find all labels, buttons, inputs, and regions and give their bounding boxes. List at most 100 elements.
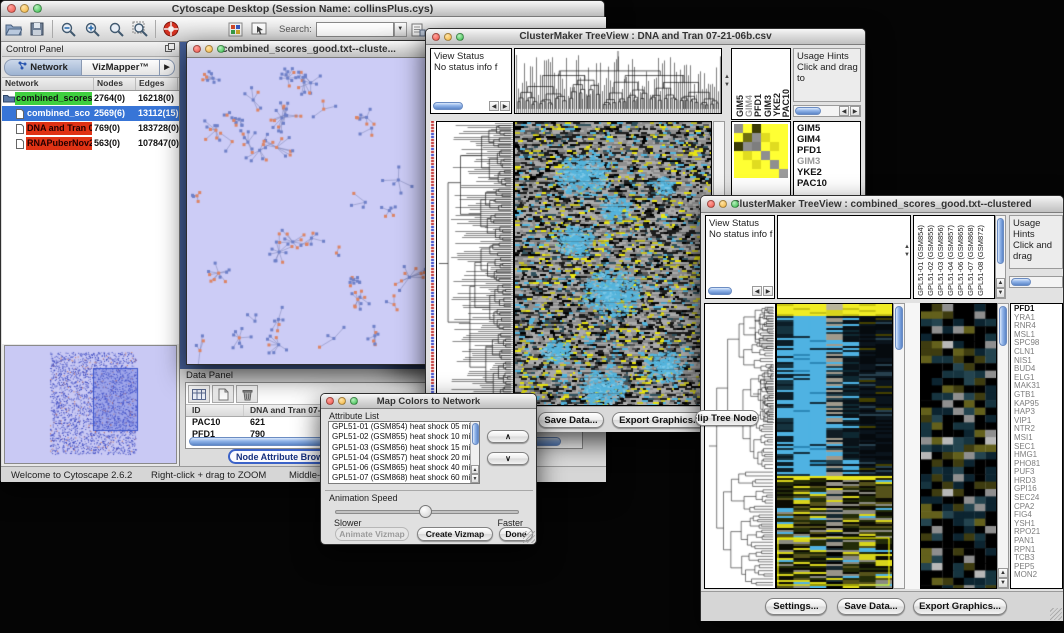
attribute-list[interactable]: GPL51-01 (GSM854) heat shock 05 minGPL51… [328, 421, 480, 484]
zoom-out-icon[interactable] [56, 19, 80, 40]
column-edges[interactable]: Edges [136, 78, 178, 90]
column-nodes[interactable]: Nodes [94, 78, 136, 90]
attribute-list-scroll-down[interactable]: ▼ [471, 474, 479, 483]
tv2-settings-button[interactable]: Settings... [765, 598, 827, 615]
attribute-list-item[interactable]: GPL51-03 (GSM856) heat shock 15 min [329, 443, 479, 453]
float-panel-icon[interactable] [165, 43, 175, 55]
attribute-list-item[interactable]: GPL51-02 (GSM855) heat shock 10 min [329, 432, 479, 442]
tv2-row-dendrogram[interactable] [704, 303, 776, 589]
zoom-in-icon[interactable] [80, 19, 104, 40]
resize-grip[interactable] [523, 531, 535, 543]
tv1-minimap-canvas[interactable] [734, 124, 788, 178]
move-up-button[interactable]: ∧ [487, 430, 529, 443]
network-row[interactable]: RNAPuberNov2+563(0)107847(0) [2, 136, 179, 151]
tv2-save-data-button[interactable]: Save Data... [837, 598, 905, 615]
zoom-button[interactable] [33, 4, 42, 13]
tv2-column-label[interactable]: GPL51-08 (GSM872) [976, 225, 986, 296]
attribute-list-scroll-up[interactable]: ▲ [471, 465, 479, 474]
minimize-button[interactable] [719, 200, 727, 208]
tv2-status-hscroll-thumb[interactable] [708, 287, 732, 295]
zoom-fit-icon[interactable] [128, 19, 152, 40]
tv2-zoom-scroll-down[interactable]: ▼ [998, 578, 1008, 588]
tv2-status-scroll-left[interactable]: ◀ [752, 286, 762, 296]
delete-attribute-icon[interactable] [236, 385, 258, 403]
tv1-gene-label[interactable]: GIM5 [797, 123, 860, 134]
attribute-list-item[interactable]: GPL51-04 (GSM857) heat shock 20 min [329, 453, 479, 463]
tv2-zoom-heatmap-canvas[interactable] [921, 304, 996, 588]
tv1-flip-tree-button[interactable]: Flip Tree Nodes [695, 410, 759, 426]
attribute-list-item[interactable]: GPL51-06 (GSM865) heat shock 40 min [329, 463, 479, 473]
close-button[interactable] [326, 397, 334, 405]
tv2-column-label[interactable]: GPL51-04 (GSM857) [946, 225, 956, 296]
tv1-column-label[interactable]: GIM4 [744, 95, 753, 117]
tv2-column-label[interactable]: GPL51-02 (GSM855) [926, 225, 936, 296]
save-icon[interactable] [25, 19, 49, 40]
tv2-heatmap[interactable] [776, 303, 893, 589]
new-attribute-icon[interactable] [212, 385, 234, 403]
tv1-column-label[interactable]: YKE2 [772, 93, 781, 117]
attribute-list-item[interactable]: GPL51-01 (GSM854) heat shock 05 min [329, 422, 479, 432]
search-input[interactable] [316, 22, 394, 37]
tv2-labels-scroll-up[interactable]: ▲ [996, 278, 1005, 288]
network-canvas[interactable] [187, 58, 431, 364]
help-lifering-icon[interactable] [159, 19, 183, 40]
tv1-heatmap[interactable] [514, 121, 712, 406]
tv2-export-graphics-button[interactable]: Export Graphics... [913, 598, 1007, 615]
search-dropdown-arrow[interactable]: ▼ [394, 22, 407, 37]
zoom-button[interactable] [456, 33, 464, 41]
tv1-gene-label[interactable]: GIM3 [797, 156, 860, 167]
tv2-scroll-up-arrow[interactable]: ▲ [903, 244, 911, 250]
create-vizmap-button[interactable]: Create Vizmap [417, 527, 493, 541]
animation-speed-slider-thumb[interactable] [419, 505, 432, 518]
tv2-row-dendrogram-canvas[interactable] [705, 304, 775, 588]
zoom-button[interactable] [217, 45, 225, 53]
tv1-hints-hscroll-track[interactable]: ◀ ▶ [793, 105, 861, 117]
tv2-heatmap-canvas[interactable] [777, 304, 892, 588]
close-button[interactable] [7, 4, 16, 13]
tv2-vscroll-track[interactable] [893, 303, 905, 589]
attribute-list-vscroll[interactable]: ▲ ▼ [470, 422, 479, 483]
tv2-labels-scroll-down[interactable]: ▼ [996, 288, 1005, 298]
tv1-hints-hscroll-thumb[interactable] [795, 107, 821, 115]
tv2-gene-list[interactable]: PFD1YRA1RNR4MSL1SPC98CLN1NIS1BUD4ELG1MAK… [1010, 303, 1063, 589]
tv1-scroll-up-arrow[interactable]: ▲ [723, 74, 731, 80]
tv2-zoom-scroll-up[interactable]: ▲ [998, 568, 1008, 578]
tv1-hints-scroll-right[interactable]: ▶ [850, 106, 860, 116]
tv2-labels-vscroll-thumb[interactable] [997, 218, 1004, 264]
network-view-window[interactable]: combined_scores_good.txt--cluste... [186, 40, 432, 365]
tv1-scroll-down-arrow[interactable]: ▼ [723, 82, 731, 88]
zoom-selected-icon[interactable] [104, 19, 128, 40]
tab-overflow-button[interactable]: ▶ [160, 59, 175, 76]
tv1-gene-label[interactable]: GIM4 [797, 134, 860, 145]
tv2-column-label[interactable]: GPL51-01 (GSM854) [916, 225, 926, 296]
tv2-zoom-heatmap[interactable] [920, 303, 997, 589]
tv1-gene-label[interactable]: YKE2 [797, 167, 860, 178]
tv1-column-label[interactable]: PAC10 [781, 89, 790, 117]
minimize-button[interactable] [20, 4, 29, 13]
tv1-export-graphics-button[interactable]: Export Graphics... [612, 412, 708, 428]
tv1-column-label[interactable]: GIM3 [763, 95, 772, 117]
tv1-heatmap-canvas[interactable] [515, 122, 711, 405]
move-down-button[interactable]: ∨ [487, 452, 529, 465]
tv1-save-data-button[interactable]: Save Data... [538, 412, 604, 428]
data-column-id[interactable]: ID [186, 405, 244, 416]
network-row[interactable]: combined_sco2569(6)13112(15) [2, 106, 179, 121]
tv2-zoom-vscroll-track[interactable]: ▲ ▼ [997, 303, 1009, 589]
close-button[interactable] [707, 200, 715, 208]
tab-vizmapper[interactable]: VizMapper™ [82, 59, 160, 76]
annotation-select-icon[interactable] [247, 19, 271, 40]
tv2-column-dendrogram-area[interactable] [777, 215, 911, 299]
open-file-icon[interactable] [1, 19, 25, 40]
vizmapper-shortcut-icon[interactable] [223, 19, 247, 40]
minimize-button[interactable] [338, 397, 346, 405]
tv2-column-label[interactable]: GPL51-06 (GSM865) [956, 225, 966, 296]
cytoscape-titlebar[interactable]: Cytoscape Desktop (Session Name: collins… [1, 1, 604, 17]
tv1-column-dendrogram[interactable] [514, 48, 722, 114]
tv1-column-label[interactable]: GIM5 [735, 95, 744, 117]
tv2-hints-hscroll-thumb[interactable] [1011, 278, 1031, 286]
network-row[interactable]: DNA and Tran 07769(0)183728(0) [2, 121, 179, 136]
close-button[interactable] [432, 33, 440, 41]
tv1-row-dendrogram-canvas[interactable] [437, 122, 513, 405]
close-button[interactable] [193, 45, 201, 53]
tab-network[interactable]: Network [4, 59, 82, 76]
